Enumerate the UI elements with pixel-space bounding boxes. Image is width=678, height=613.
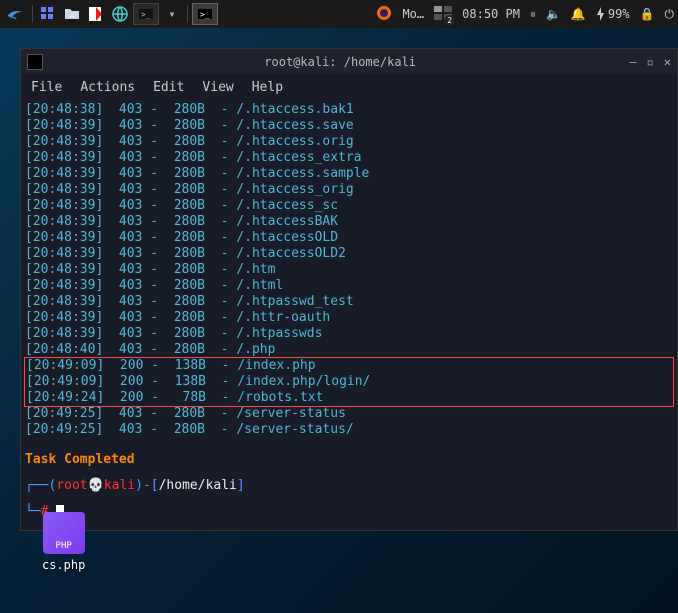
workspace-icon[interactable]: 2	[434, 6, 452, 23]
terminal-window: root@kali: /home/kali — ▫ ✕ File Actions…	[20, 48, 678, 531]
terminal-line: [20:48:39] 403 - 280B - /.htaccess.orig	[25, 134, 673, 150]
window-title: root@kali: /home/kali	[51, 55, 629, 69]
panel-left: >_ ▾ >_	[4, 2, 218, 26]
firefox-icon[interactable]	[376, 5, 392, 24]
terminal-line: [20:48:39] 403 - 280B - /.htaccessOLD	[25, 230, 673, 246]
terminal-taskbar-active[interactable]: >_	[192, 3, 218, 25]
panel-right: Mo… 2 08:50 PM ⏸ 🔈 🔔 99% 🔒 ⏻	[376, 5, 674, 24]
terminal-line: [20:48:39] 403 - 280B - /.html	[25, 278, 673, 294]
menu-file[interactable]: File	[31, 80, 62, 95]
bell-icon[interactable]: 🔔	[571, 7, 586, 21]
terminal-line: [20:49:24] 200 - 78B - /robots.txt	[25, 390, 673, 406]
files-icon[interactable]	[61, 3, 83, 25]
close-button[interactable]: ✕	[664, 55, 671, 69]
divider	[32, 5, 33, 23]
terminal-line: [20:48:39] 403 - 280B - /.htpasswd_test	[25, 294, 673, 310]
php-file-icon: PHP	[43, 512, 85, 554]
highlighted-results: [20:49:09] 200 - 138B - /index.php[20:49…	[24, 357, 674, 407]
titlebar[interactable]: root@kali: /home/kali — ▫ ✕	[21, 49, 677, 74]
terminal-content[interactable]: [20:48:38] 403 - 280B - /.htaccess.bak1[…	[21, 100, 677, 530]
terminal-line: [20:49:09] 200 - 138B - /index.php	[25, 358, 673, 374]
prompt-line-2[interactable]: └─#	[25, 504, 673, 520]
prompt-user: root	[56, 478, 87, 493]
terminal-line: [20:48:39] 403 - 280B - /.httr-oauth	[25, 310, 673, 326]
top-panel: >_ ▾ >_ Mo… 2 08:50 PM ⏸ 🔈 🔔 99% 🔒 ⏻	[0, 0, 678, 28]
prompt-host: kali	[104, 478, 135, 493]
terminal-line: [20:48:39] 403 - 280B - /.htaccess_sc	[25, 198, 673, 214]
terminal-line: [20:48:39] 403 - 280B - /.htaccess.sampl…	[25, 166, 673, 182]
menu-view[interactable]: View	[202, 80, 233, 95]
terminal-icon	[27, 54, 43, 70]
prompt-line-1: ┌──(root💀kali)-[/home/kali]	[25, 478, 673, 494]
skull-icon: 💀	[88, 478, 104, 493]
terminal-line: [20:48:39] 403 - 280B - /.htaccess.save	[25, 118, 673, 134]
media-icon[interactable]: ⏸	[530, 7, 536, 22]
terminal-line: [20:48:39] 403 - 280B - /.htaccessBAK	[25, 214, 673, 230]
terminal-line: [20:48:40] 403 - 280B - /.php	[25, 342, 673, 358]
grid-icon[interactable]	[37, 3, 59, 25]
menu-edit[interactable]: Edit	[153, 80, 184, 95]
desktop-file-icon[interactable]: PHP cs.php	[42, 512, 85, 572]
svg-text:>_: >_	[141, 10, 151, 19]
lock-icon[interactable]: 🔒	[640, 7, 655, 21]
minimize-button[interactable]: —	[629, 55, 636, 69]
globe-icon[interactable]	[109, 3, 131, 25]
terminal-line: [20:49:09] 200 - 138B - /index.php/login…	[25, 374, 673, 390]
divider	[187, 5, 188, 23]
maximize-button[interactable]: ▫	[647, 55, 654, 69]
terminal-taskbar-1[interactable]: >_	[133, 3, 159, 25]
battery-pct: 99%	[608, 7, 630, 21]
window-controls: — ▫ ✕	[629, 55, 671, 69]
battery-icon[interactable]: 99%	[596, 7, 630, 21]
chevron-down-icon[interactable]: ▾	[161, 3, 183, 25]
kali-logo-icon[interactable]	[4, 2, 28, 26]
menubar: File Actions Edit View Help	[21, 74, 677, 100]
clock[interactable]: 08:50 PM	[462, 7, 520, 21]
terminal-line: [20:49:25] 403 - 280B - /server-status/	[25, 422, 673, 438]
terminal-line: [20:48:39] 403 - 280B - /.htaccess_extra	[25, 150, 673, 166]
taskbar-app-title[interactable]: Mo…	[402, 7, 424, 21]
task-completed: Task Completed	[25, 452, 673, 468]
workspace-badge: 2	[444, 15, 455, 26]
terminal-line: [20:48:39] 403 - 280B - /.htm	[25, 262, 673, 278]
volume-icon[interactable]: 🔈	[546, 7, 561, 21]
menu-actions[interactable]: Actions	[80, 80, 135, 95]
terminal-line: [20:48:38] 403 - 280B - /.htaccess.bak1	[25, 102, 673, 118]
terminal-line: [20:49:25] 403 - 280B - /server-status	[25, 406, 673, 422]
prompt-path: /home/kali	[159, 478, 237, 493]
power-icon[interactable]: ⏻	[665, 7, 675, 22]
terminal-line: [20:48:39] 403 - 280B - /.htpasswds	[25, 326, 673, 342]
menu-help[interactable]: Help	[252, 80, 283, 95]
terminal-line: [20:48:39] 403 - 280B - /.htaccess_orig	[25, 182, 673, 198]
terminal-line: [20:48:39] 403 - 280B - /.htaccessOLD2	[25, 246, 673, 262]
edge-icon[interactable]	[85, 3, 107, 25]
desktop-file-label: cs.php	[42, 558, 85, 572]
svg-text:>_: >_	[200, 10, 210, 19]
